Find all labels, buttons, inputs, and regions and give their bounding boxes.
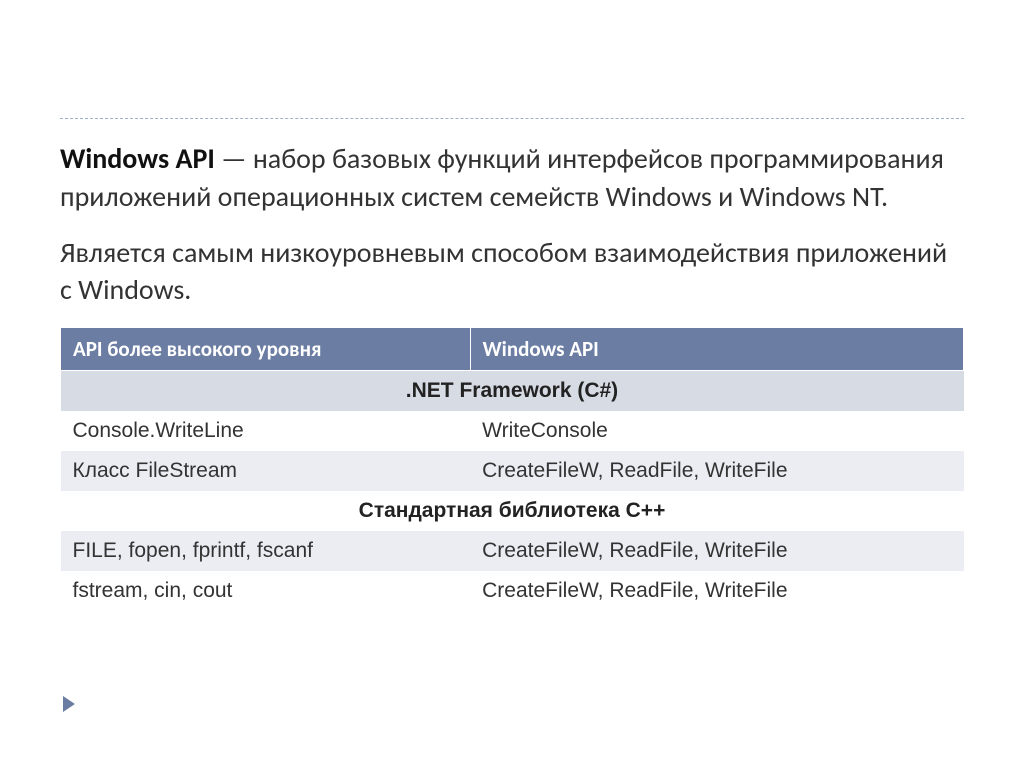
table-header-col2: Windows API bbox=[470, 328, 963, 371]
table-cell: CreateFileW, ReadFile, WriteFile bbox=[470, 451, 963, 491]
header-divider bbox=[60, 118, 964, 119]
table-cell: CreateFileW, ReadFile, WriteFile bbox=[470, 531, 963, 571]
table-cell: CreateFileW, ReadFile, WriteFile bbox=[470, 571, 963, 611]
table-row: Console.WriteLine WriteConsole bbox=[61, 411, 964, 451]
table-cell: WriteConsole bbox=[470, 411, 963, 451]
table-row: FILE, fopen, fprintf, fscanf CreateFileW… bbox=[61, 531, 964, 571]
table-section-net: .NET Framework (C#) bbox=[61, 371, 964, 412]
arrow-icon bbox=[63, 696, 75, 712]
table-cell: Console.WriteLine bbox=[61, 411, 471, 451]
table-header-col1: API более высокого уровня bbox=[61, 328, 471, 371]
slide-content: Windows API — набор базовых функций инте… bbox=[0, 0, 1024, 768]
table-row: Класс FileStream CreateFileW, ReadFile, … bbox=[61, 451, 964, 491]
table-cell: Класс FileStream bbox=[61, 451, 471, 491]
paragraph-1: Windows API — набор базовых функций инте… bbox=[60, 140, 964, 216]
paragraph-1-bold: Windows API bbox=[60, 141, 215, 176]
table-section-cpp-label: Стандартная библиотека C++ bbox=[61, 491, 964, 531]
paragraph-2: Является самым низкоуровневым способом в… bbox=[60, 234, 964, 310]
table-cell: fstream, cin, cout bbox=[61, 571, 471, 611]
table-section-cpp: Стандартная библиотека C++ bbox=[61, 491, 964, 531]
table-header-row: API более высокого уровня Windows API bbox=[61, 328, 964, 371]
table-section-net-label: .NET Framework (C#) bbox=[61, 371, 964, 412]
api-table: API более высокого уровня Windows API .N… bbox=[60, 327, 964, 611]
table-row: fstream, cin, cout CreateFileW, ReadFile… bbox=[61, 571, 964, 611]
table-cell: FILE, fopen, fprintf, fscanf bbox=[61, 531, 471, 571]
